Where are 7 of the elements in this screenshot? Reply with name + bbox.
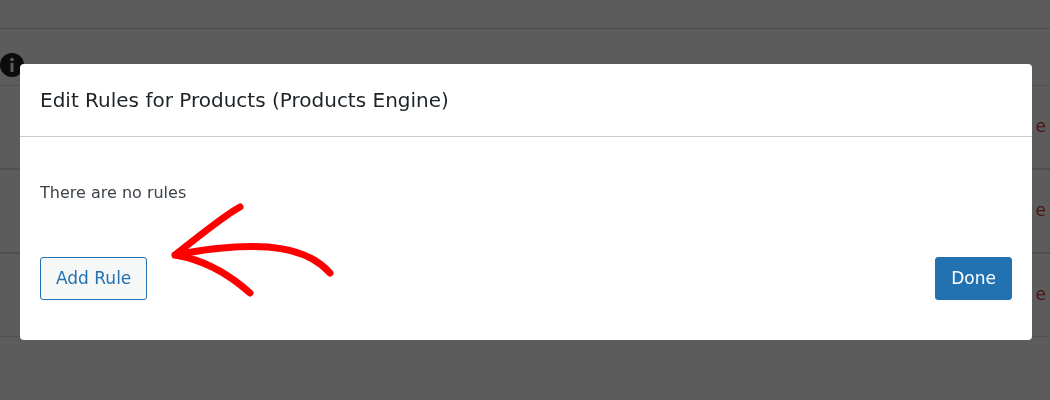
remove-link[interactable]: e [1035,282,1050,308]
remove-link[interactable]: e [1035,198,1050,224]
add-rule-button[interactable]: Add Rule [40,256,148,300]
empty-message: There are no rules [40,182,188,204]
modal-title: Edit Rules for Products (Products Engine) [40,88,449,112]
remove-link[interactable]: e [1035,114,1050,140]
done-button[interactable]: Done [935,256,1012,300]
